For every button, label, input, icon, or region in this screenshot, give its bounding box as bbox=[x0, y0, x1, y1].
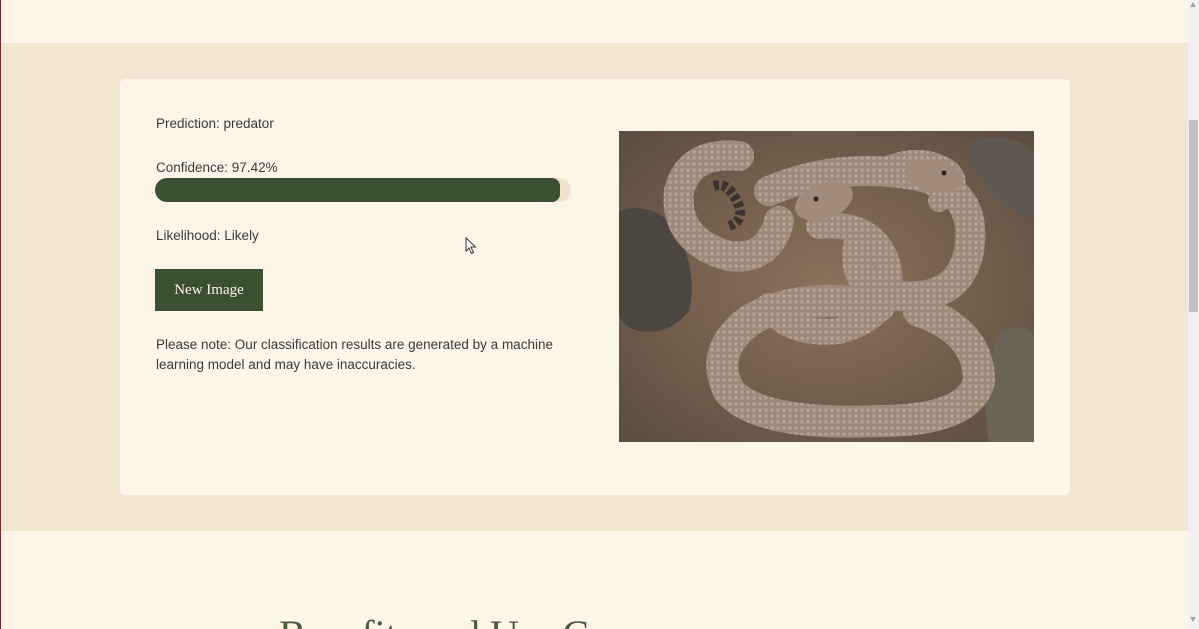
disclaimer-note: Please note: Our classification results … bbox=[156, 337, 553, 372]
section-heading: Benefits and Use Cases bbox=[279, 611, 656, 629]
prediction-text: Prediction: predator bbox=[156, 116, 274, 131]
top-band bbox=[1, 0, 1188, 43]
page: Prediction: predator Confidence: 97.42% … bbox=[0, 0, 1199, 629]
confidence-text: Confidence: 97.42% bbox=[156, 160, 278, 175]
result-card: Prediction: predator Confidence: 97.42% … bbox=[120, 79, 1070, 495]
likelihood-text: Likelihood: Likely bbox=[156, 228, 259, 243]
scrollbar-thumb[interactable] bbox=[1189, 120, 1198, 312]
scroll-down-arrow-icon[interactable] bbox=[1190, 617, 1196, 622]
mouse-cursor-icon bbox=[465, 237, 477, 255]
vertical-scrollbar[interactable] bbox=[1188, 0, 1199, 629]
new-image-button[interactable]: New Image bbox=[155, 269, 263, 311]
result-section: Prediction: predator Confidence: 97.42% … bbox=[1, 43, 1188, 531]
scroll-up-arrow-icon[interactable] bbox=[1190, 2, 1196, 7]
bottom-section: Benefits and Use Cases bbox=[1, 531, 1188, 629]
confidence-bar bbox=[155, 178, 571, 202]
confidence-bar-fill bbox=[155, 178, 561, 202]
snake-photo bbox=[619, 131, 1034, 442]
